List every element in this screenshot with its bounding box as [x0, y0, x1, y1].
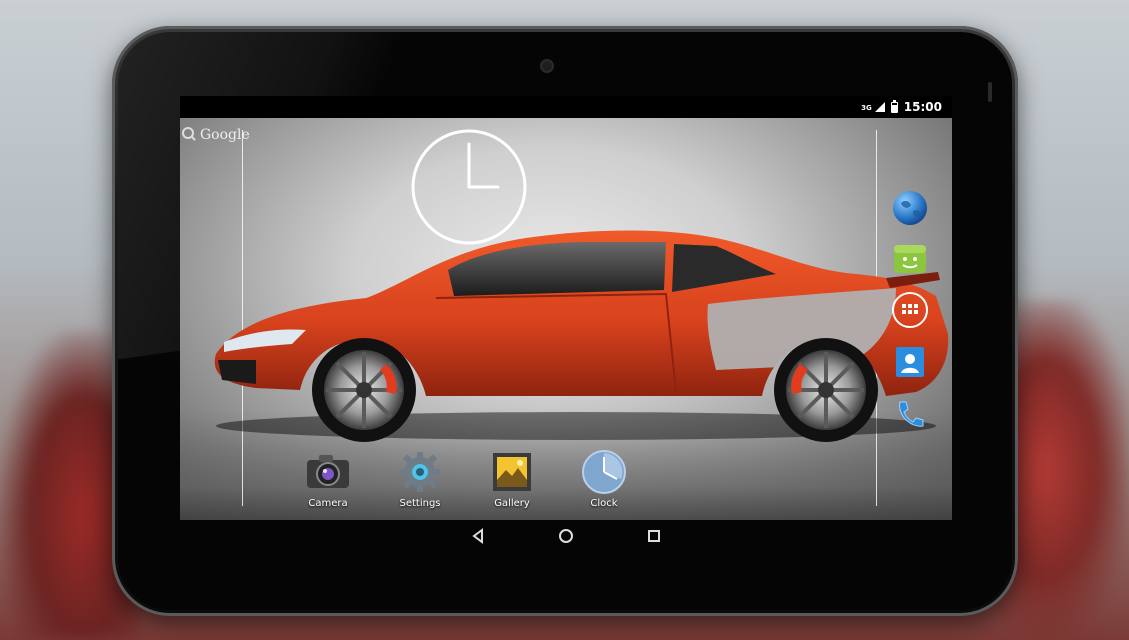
screen: 3G 15:00 Google Camera Settings Gallery …	[180, 96, 952, 520]
home-screen: Google Camera Settings Gallery Clock	[180, 118, 952, 520]
side-button[interactable]	[988, 82, 992, 102]
front-camera	[542, 61, 552, 71]
status-bar: 3G 15:00	[180, 96, 952, 118]
back-icon	[472, 528, 483, 544]
tablet-device: 3G 15:00 Google Camera Settings Gallery …	[112, 26, 1018, 616]
settings-icon	[396, 448, 444, 496]
home-icon	[559, 529, 573, 543]
tablet-bezel: 3G 15:00 Google Camera Settings Gallery …	[118, 32, 1012, 610]
back-button[interactable]	[469, 527, 487, 545]
status-time: 15:00	[903, 100, 942, 114]
google-search-widget[interactable]: Google	[180, 126, 250, 144]
clock-app-icon	[580, 448, 628, 496]
phone-icon[interactable]	[890, 394, 930, 434]
hotseat-label: Clock	[590, 498, 618, 509]
hotseat-label: Camera	[308, 498, 348, 509]
gallery-icon	[488, 448, 536, 496]
search-icon	[180, 127, 196, 143]
app-drawer-icon[interactable]	[890, 290, 930, 330]
hotseat-label: Settings	[399, 498, 441, 509]
home-button[interactable]	[557, 527, 575, 545]
contacts-icon[interactable]	[890, 342, 930, 382]
recents-button[interactable]	[645, 527, 663, 545]
browser-globe-icon[interactable]	[890, 188, 930, 228]
network-type: 3G	[861, 104, 872, 112]
hotseat-item-gallery[interactable]: Gallery	[482, 448, 542, 512]
camera-icon	[304, 448, 352, 496]
car-wallpaper	[214, 230, 949, 442]
hotseat-label: Gallery	[494, 498, 530, 509]
android-market-icon[interactable]	[890, 238, 930, 278]
navigation-bar	[180, 520, 952, 552]
battery-icon	[890, 99, 898, 113]
hotseat-item-camera[interactable]: Camera	[298, 448, 358, 512]
signal-strength-icon	[874, 102, 885, 112]
hotseat-item-clock[interactable]: Clock	[574, 448, 634, 512]
recents-icon	[648, 530, 660, 542]
hotseat: Camera Settings Gallery Clock	[298, 448, 638, 512]
hotseat-item-settings[interactable]: Settings	[390, 448, 450, 512]
signal-indicator: 3G	[861, 102, 885, 112]
